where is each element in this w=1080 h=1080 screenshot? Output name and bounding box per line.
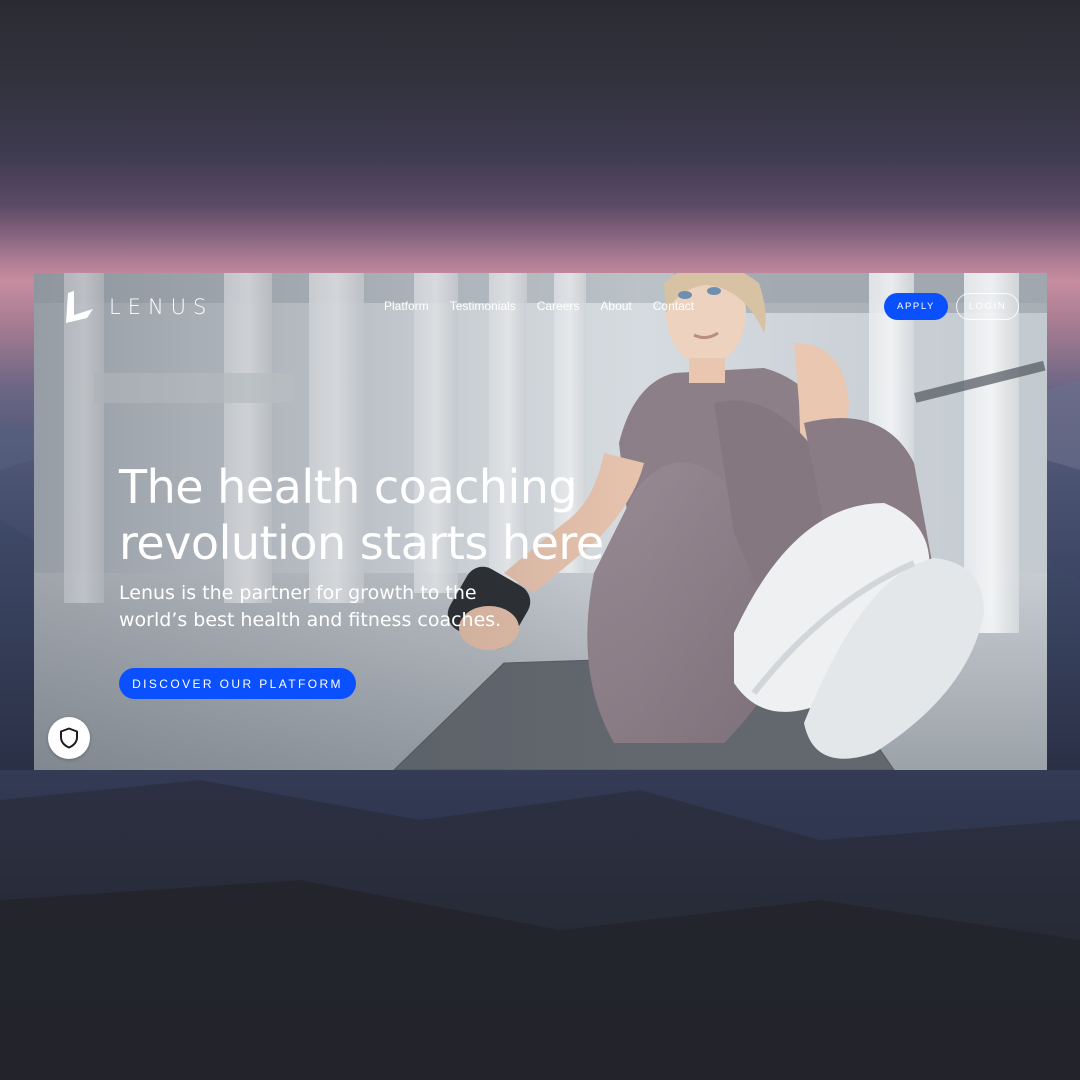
- nav-item-about[interactable]: About: [600, 299, 631, 313]
- lenus-logo[interactable]: LENUS: [65, 291, 213, 323]
- discover-platform-button[interactable]: DISCOVER OUR PLATFORM: [119, 668, 356, 699]
- hero-headline-line-1: The health coaching: [119, 460, 578, 514]
- hero-subheadline: Lenus is the partner for growth to the w…: [119, 580, 599, 634]
- nav-item-careers[interactable]: Careers: [537, 299, 580, 313]
- privacy-settings-button[interactable]: [48, 717, 90, 759]
- hero-headline-line-2: revolution starts here: [119, 516, 604, 570]
- nav-item-platform[interactable]: Platform: [384, 299, 429, 313]
- main-nav: Platform Testimonials Careers About Cont…: [384, 299, 694, 313]
- lenus-logo-mark-icon: [66, 291, 93, 323]
- login-button[interactable]: LOGIN: [956, 293, 1019, 320]
- website-hero-section: LENUS Platform Testimonials Careers Abou…: [34, 273, 1047, 770]
- hero-subheadline-line-2: world’s best health and fitness coaches.: [119, 609, 502, 631]
- hero-headline: The health coaching revolution starts he…: [119, 459, 679, 571]
- hero-subheadline-line-1: Lenus is the partner for growth to the: [119, 582, 477, 604]
- screenshot-stage: LENUS Platform Testimonials Careers Abou…: [0, 0, 1080, 1080]
- brand-wordmark: LENUS: [109, 295, 214, 319]
- shield-icon: [60, 727, 78, 749]
- nav-item-contact[interactable]: Contact: [653, 299, 694, 313]
- apply-button[interactable]: APPLY: [884, 293, 948, 320]
- nav-item-testimonials[interactable]: Testimonials: [450, 299, 516, 313]
